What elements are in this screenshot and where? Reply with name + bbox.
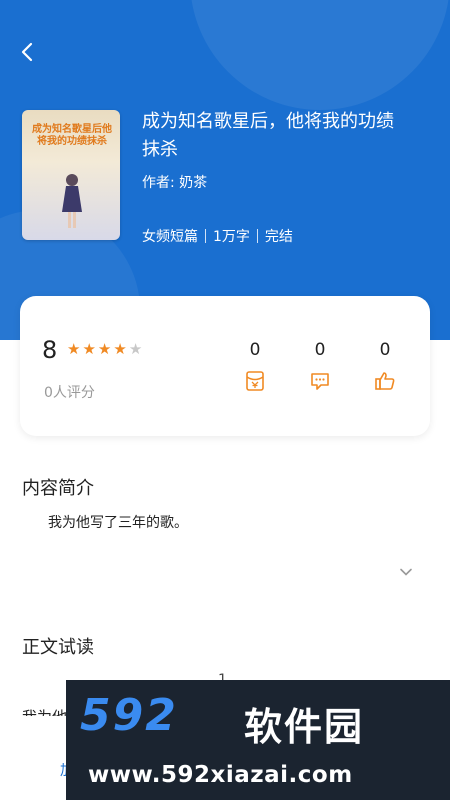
rating-card: 8 ★ ★ ★ ★ ★ 0人评分 0 0 0 [20,296,430,436]
book-category: 女频短篇 [142,229,198,245]
reward-count: 0 [249,340,261,360]
like-count: 0 [379,340,391,360]
book-author: 作者: 奶茶 [142,175,208,191]
like-stat[interactable]: 0 [365,340,405,392]
star-filled-icon: ★ [67,340,81,358]
star-empty-icon: ★ [128,340,143,358]
thumbs-up-icon [365,370,405,392]
book-cover[interactable]: 成为知名歌星后他将我的功绩抹杀 [22,110,120,240]
preview-heading: 正文试读 [22,637,94,658]
watermark-logo-text: 软件园 [244,705,365,749]
header-decoration [190,0,450,110]
reward-stat[interactable]: 0 [235,340,275,392]
rating-score: 8 [42,336,58,364]
watermark-overlay: 592 软件园 www.592xiazai.com [66,680,450,800]
cover-figure-illustration [62,174,82,228]
comment-icon [300,370,340,392]
star-filled-icon: ★ [97,340,112,358]
book-title: 成为知名歌星后，他将我的功绩 抹杀 [142,111,394,160]
divider [256,229,258,243]
book-word-count: 1万字 [213,229,250,245]
synopsis-text: 我为他写了三年的歌。 [48,515,188,531]
comment-count: 0 [314,340,326,360]
watermark-logo-number: 592 [80,690,178,741]
rating-count: 0人评分 [44,385,95,401]
book-header: 成为知名歌星后他将我的功绩抹杀 成为知名歌星后，他将我的功绩 抹杀 作者: 奶茶… [0,0,450,340]
back-arrow-icon[interactable] [16,40,40,64]
chevron-down-icon[interactable] [398,564,414,584]
book-meta: 女频短篇 1万字 完结 [142,226,293,246]
star-filled-icon: ★ [113,340,127,358]
synopsis-heading: 内容简介 [22,478,94,499]
divider [205,229,206,243]
watermark-url: www.592xiazai.com [88,762,353,788]
red-envelope-icon [235,370,275,392]
rating-stars: ★ ★ ★ ★ ★ [67,341,144,357]
book-status: 完结 [264,229,293,245]
star-filled-icon: ★ [82,340,96,358]
comment-stat[interactable]: 0 [300,340,340,392]
cover-title: 成为知名歌星后他将我的功绩抹杀 [32,124,112,147]
